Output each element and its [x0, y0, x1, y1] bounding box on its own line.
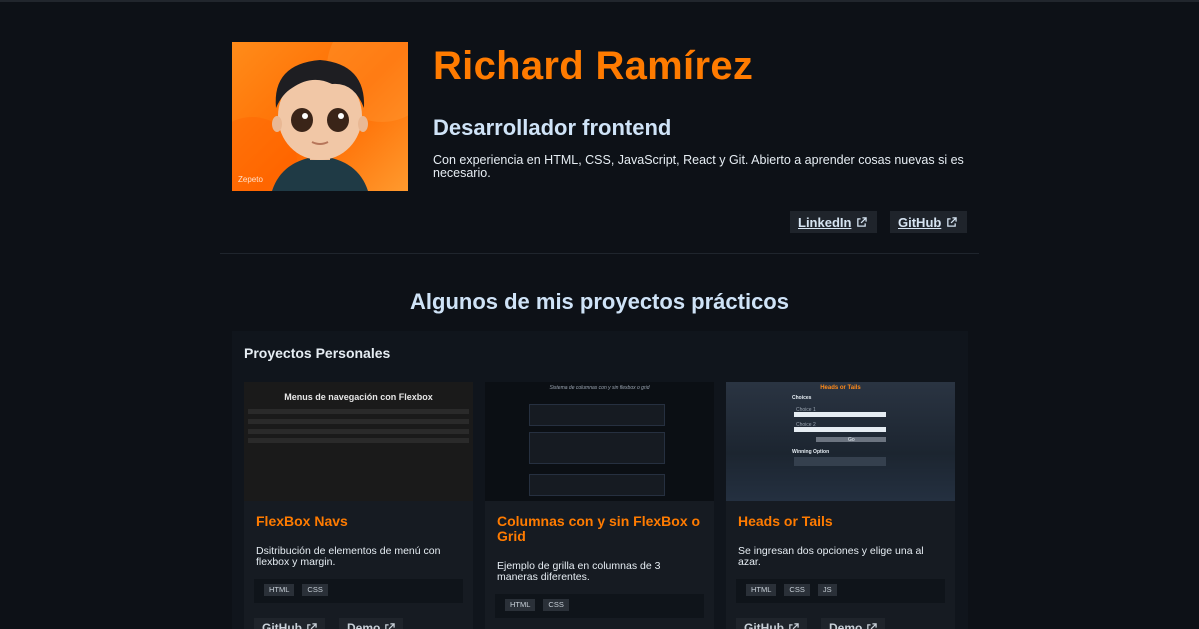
thumb-subheading: Choices — [792, 395, 812, 401]
profile-role: Desarrollador frontend — [433, 115, 672, 140]
project-card-heads-or-tails: Heads or Tails Choices Choice 1 Choice 2… — [726, 382, 955, 629]
section-divider — [220, 253, 979, 254]
demo-button[interactable]: Demo — [339, 618, 404, 629]
card-title: FlexBox Navs — [256, 513, 348, 529]
project-thumbnail[interactable]: Sistema de columnas con y sin flexbox o … — [485, 382, 714, 501]
github-button[interactable]: GitHub — [736, 618, 807, 629]
external-link-icon — [867, 622, 878, 629]
thumb-heading: Menus de navegación con Flexbox — [284, 392, 433, 402]
external-link-icon — [789, 622, 799, 629]
external-link-icon — [857, 216, 868, 227]
tag: HTML — [746, 584, 777, 596]
thumb-button: Go — [848, 437, 855, 443]
card-links: GitHub Demo — [254, 618, 404, 629]
tag-list: HTML CSS JS — [736, 579, 945, 603]
linkedin-label: LinkedIn — [798, 214, 852, 230]
demo-button[interactable]: Demo — [821, 618, 886, 629]
demo-button-label: Demo — [347, 621, 381, 629]
external-link-icon — [385, 622, 396, 629]
tag: CSS — [784, 584, 810, 596]
project-card-flexbox-navs: Menus de navegación con Flexbox FlexBox … — [244, 382, 473, 629]
demo-button-label: Demo — [829, 621, 863, 629]
panel-title: Proyectos Personales — [244, 345, 391, 361]
tag: HTML — [505, 599, 536, 611]
projects-panel: Proyectos Personales Menus de navegación… — [232, 331, 968, 629]
card-description: Se ingresan dos opciones y elige una al … — [738, 545, 924, 568]
thumb-heading: Sistema de columnas con y sin flexbox o … — [549, 385, 650, 391]
card-links: GitHub Demo — [736, 618, 886, 629]
github-link[interactable]: GitHub — [890, 211, 967, 233]
tag: HTML — [264, 584, 295, 596]
projects-section-title: Algunos de mis proyectos prácticos — [410, 289, 789, 314]
profile-header: Zepeto Richard Ramírez Desarrollador fro… — [232, 42, 968, 192]
github-label: GitHub — [898, 214, 942, 230]
tag: JS — [817, 584, 837, 596]
card-description: Dsitribución de elementos de menú con fl… — [256, 545, 441, 568]
top-border — [0, 0, 1199, 2]
project-thumbnail[interactable]: Menus de navegación con Flexbox — [244, 382, 473, 501]
avatar: Zepeto — [232, 42, 408, 191]
thumb-heading: Heads or Tails — [820, 385, 861, 391]
github-button[interactable]: GitHub — [254, 618, 325, 629]
project-thumbnail[interactable]: Heads or Tails Choices Choice 1 Choice 2… — [726, 382, 955, 501]
card-description: Ejemplo de grilla en columnas de 3 maner… — [497, 560, 661, 583]
github-button-label: GitHub — [262, 621, 302, 629]
card-title: Columnas con y sin FlexBox o Grid — [497, 513, 701, 544]
tag: CSS — [543, 599, 569, 611]
tag: CSS — [302, 584, 328, 596]
tag-list: HTML CSS — [495, 594, 704, 618]
project-card-columnas: Sistema de columnas con y sin flexbox o … — [485, 382, 714, 629]
tag-list: HTML CSS — [254, 579, 463, 603]
github-button-label: GitHub — [744, 621, 784, 629]
card-title: Heads or Tails — [738, 513, 833, 529]
thumb-section: Winning Option — [792, 449, 830, 455]
linkedin-link[interactable]: LinkedIn — [790, 211, 877, 233]
avatar-watermark: Zepeto — [238, 175, 263, 184]
external-link-icon — [947, 216, 958, 227]
profile-bio: Con experiencia en HTML, CSS, JavaScript… — [433, 153, 964, 180]
profile-name: Richard Ramírez — [433, 44, 754, 88]
external-link-icon — [307, 622, 317, 629]
